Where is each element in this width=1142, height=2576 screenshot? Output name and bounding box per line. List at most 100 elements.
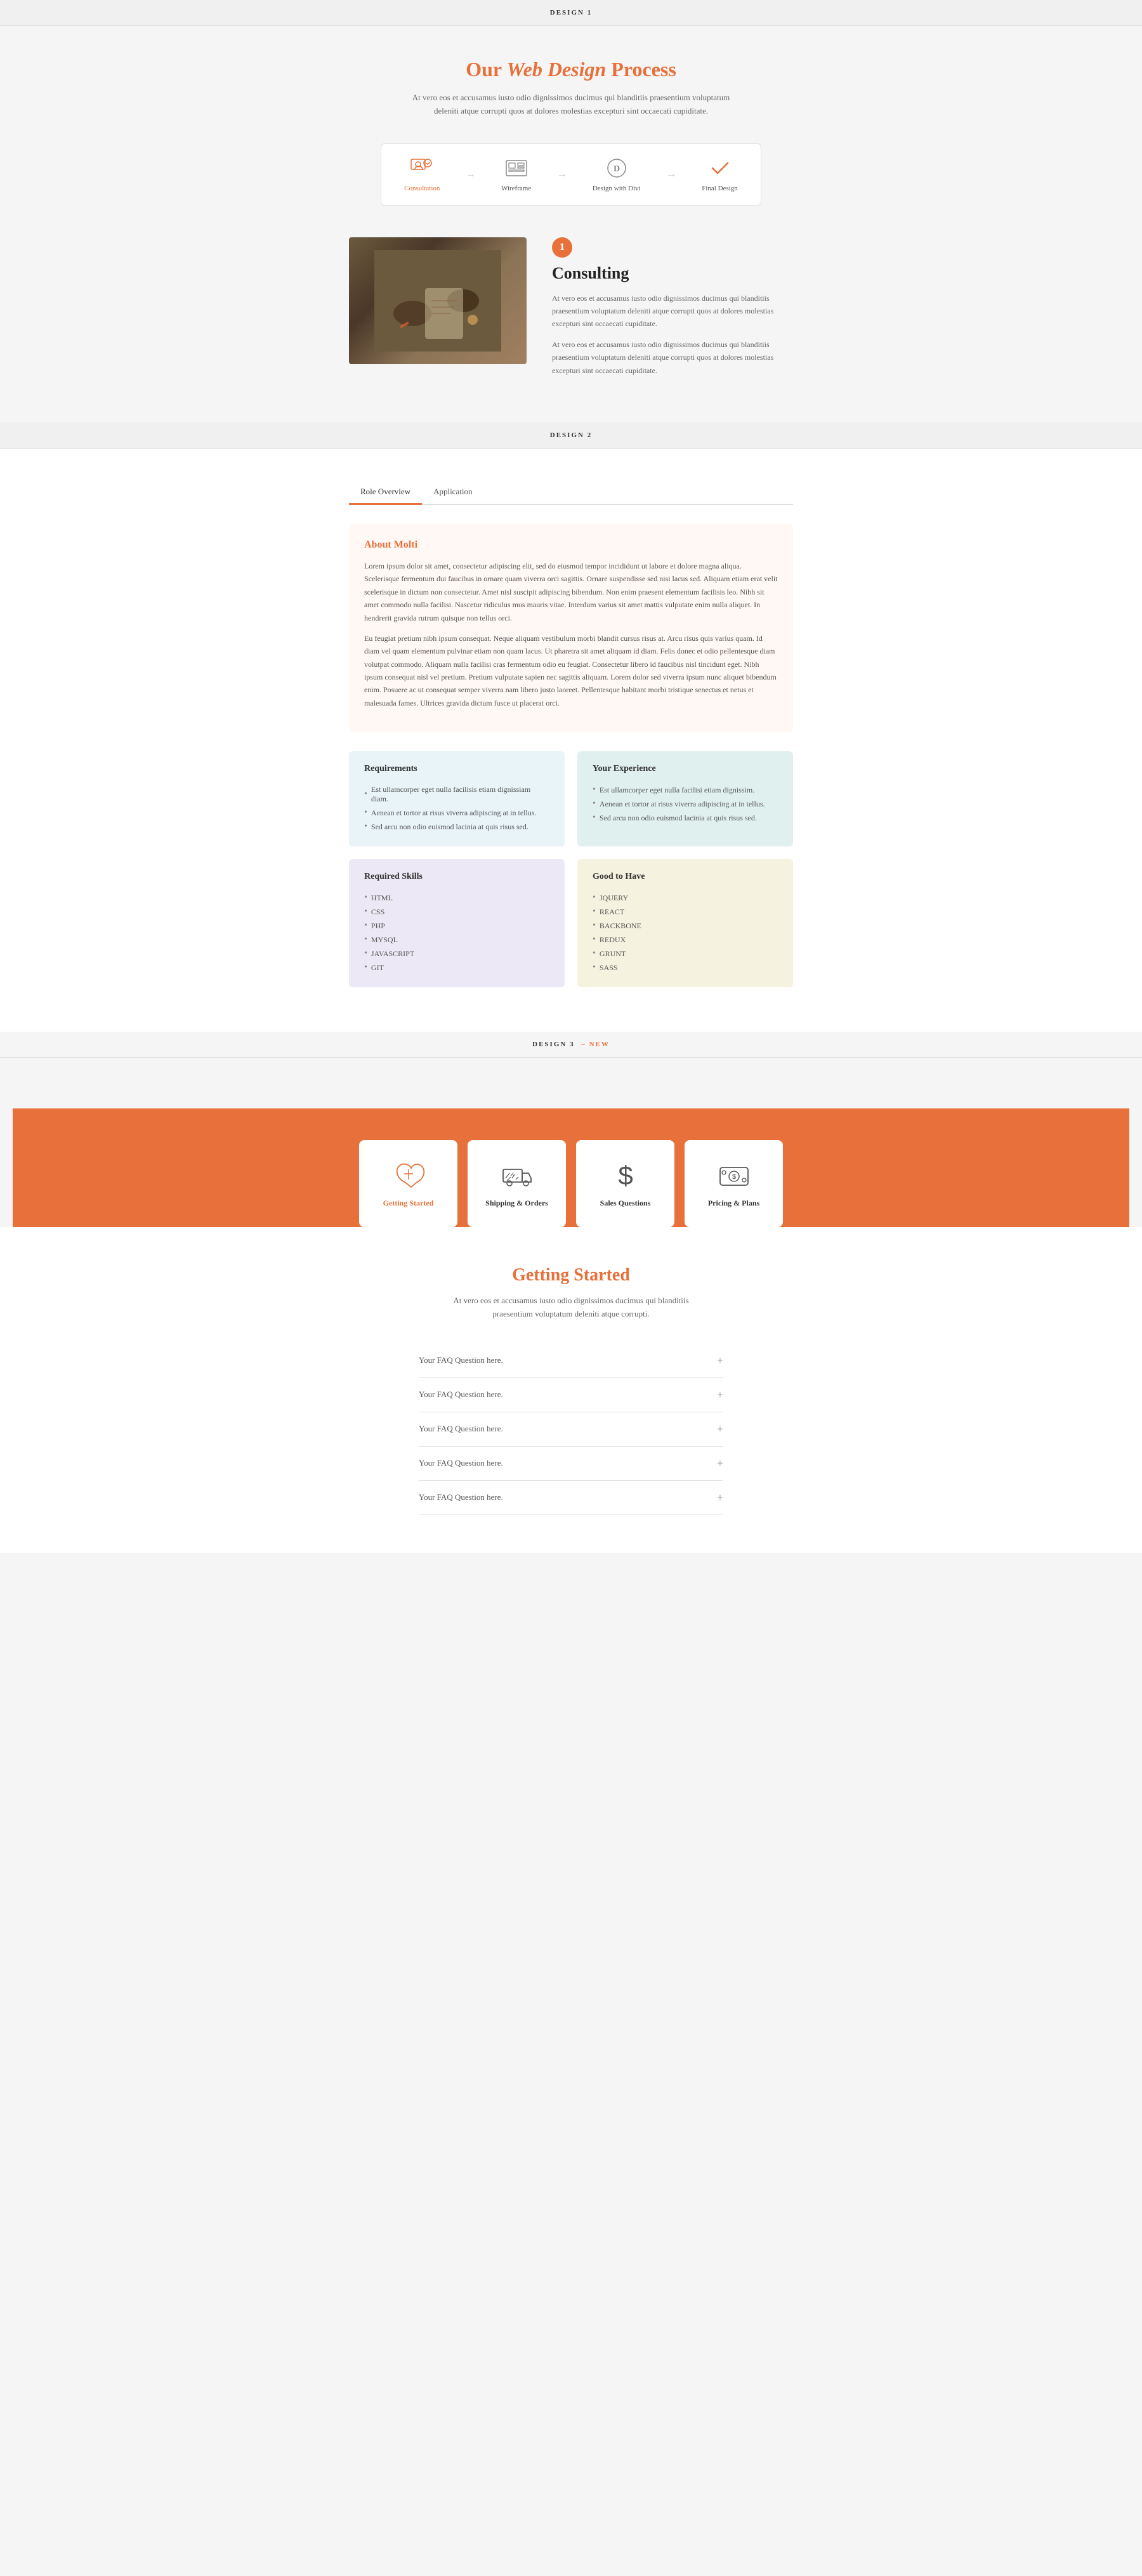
faq-subtitle: At vero eos et accusamus iusto odio dign…: [450, 1294, 692, 1321]
svg-text:$: $: [618, 1160, 633, 1190]
arrow3: →: [666, 169, 676, 180]
consulting-para1: At vero eos et accusamus iusto odio dign…: [552, 292, 793, 331]
consulting-image-inner: [349, 237, 527, 364]
orange-banner: Getting Started Shipping & Orders: [13, 1108, 1129, 1227]
divi-icon: D: [604, 157, 629, 180]
skills-grid: Requirements Est ullamcorper eget nulla …: [349, 751, 793, 987]
faq-plus-4: +: [717, 1457, 723, 1470]
wireframe-icon: [504, 157, 529, 180]
skill-css: CSS: [364, 905, 549, 919]
design1-subtitle: At vero eos et accusamus iusto odio dign…: [406, 91, 736, 118]
svg-text:$: $: [732, 1173, 735, 1181]
req-item-3: Sed arcu non odio euismod lacinia at qui…: [364, 820, 549, 834]
sales-label: Sales Questions: [600, 1199, 651, 1208]
faq-title: Getting Started: [13, 1265, 1129, 1285]
good-to-have-card: Good to Have JQUERY REACT BACKBONE REDUX…: [577, 859, 793, 987]
svg-text:D: D: [614, 164, 620, 174]
requirements-list: Est ullamcorper eget nulla facilisis eti…: [364, 783, 549, 834]
good-to-have-title: Good to Have: [593, 872, 778, 882]
faq-question-4: Your FAQ Question here.: [419, 1458, 503, 1468]
required-skills-card: Required Skills HTML CSS PHP MYSQL JAVAS…: [349, 859, 565, 987]
tabs-bar: Role Overview Application: [349, 480, 793, 505]
consulting-content: 1 Consulting At vero eos et accusamus iu…: [552, 237, 793, 384]
faq-question-3: Your FAQ Question here.: [419, 1424, 503, 1434]
experience-card: Your Experience Est ullamcorper eget nul…: [577, 751, 793, 846]
design3-label: DESIGN 3 – NEW: [0, 1032, 1142, 1058]
req-item-1: Est ullamcorper eget nulla facilisis eti…: [364, 783, 549, 806]
getting-started-icon: [391, 1159, 426, 1191]
good-to-have-list: JQUERY REACT BACKBONE REDUX GRUNT SASS: [593, 891, 778, 975]
experience-list: Est ullamcorper eget nulla facilisi etia…: [593, 783, 778, 825]
faq-item-4[interactable]: Your FAQ Question here. +: [419, 1447, 723, 1481]
consultation-label: Consultation: [404, 185, 440, 192]
faq-item-3[interactable]: Your FAQ Question here. +: [419, 1412, 723, 1447]
gth-react: REACT: [593, 905, 778, 919]
design2-label: DESIGN 2: [0, 423, 1142, 449]
faq-plus-3: +: [717, 1423, 723, 1436]
gth-backbone: BACKBONE: [593, 919, 778, 933]
getting-started-label: Getting Started: [383, 1199, 434, 1208]
about-para1: Lorem ipsum dolor sit amet, consectetur …: [364, 560, 778, 624]
sales-icon: $: [608, 1159, 643, 1191]
faq-section: Getting Started At vero eos et accusamus…: [0, 1227, 1142, 1553]
faq-question-5: Your FAQ Question here.: [419, 1492, 503, 1502]
requirements-card: Requirements Est ullamcorper eget nulla …: [349, 751, 565, 846]
skill-html: HTML: [364, 891, 549, 905]
pricing-icon: $: [716, 1159, 752, 1191]
about-card: About Molti Lorem ipsum dolor sit amet, …: [349, 524, 793, 732]
exp-item-1: Est ullamcorper eget nulla facilisi etia…: [593, 783, 778, 797]
process-step-final-design[interactable]: Final Design: [702, 157, 738, 192]
req-item-2: Aenean et tortor at risus viverra adipis…: [364, 806, 549, 820]
faq-question-1: Your FAQ Question here.: [419, 1355, 503, 1365]
arrow2: →: [557, 169, 567, 180]
faq-item-1[interactable]: Your FAQ Question here. +: [419, 1344, 723, 1378]
design3-section: Getting Started Shipping & Orders: [0, 1058, 1142, 1227]
step-badge: 1: [552, 237, 572, 258]
tab-role-overview[interactable]: Role Overview: [349, 480, 422, 505]
consulting-title: Consulting: [552, 264, 793, 283]
gth-redux: REDUX: [593, 933, 778, 947]
faq-plus-5: +: [717, 1491, 723, 1504]
faq-plus-2: +: [717, 1388, 723, 1402]
gth-grunt: GRUNT: [593, 947, 778, 961]
faq-plus-1: +: [717, 1354, 723, 1367]
arrow1: →: [466, 169, 476, 180]
gth-jquery: JQUERY: [593, 891, 778, 905]
faq-question-2: Your FAQ Question here.: [419, 1390, 503, 1400]
process-step-design-divi[interactable]: D Design with Divi: [593, 157, 641, 192]
exp-item-2: Aenean et tortor at risus viverra adipis…: [593, 797, 778, 811]
consulting-para2: At vero eos et accusamus iusto odio dign…: [552, 338, 793, 377]
process-step-consultation[interactable]: Consultation: [404, 157, 440, 192]
support-card-pricing[interactable]: $ Pricing & Plans: [685, 1140, 783, 1227]
support-card-sales[interactable]: $ Sales Questions: [576, 1140, 674, 1227]
support-card-getting-started[interactable]: Getting Started: [359, 1140, 457, 1227]
faq-item-5[interactable]: Your FAQ Question here. +: [419, 1481, 723, 1515]
skill-git: GIT: [364, 961, 549, 975]
design2-section: Role Overview Application About Molti Lo…: [0, 449, 1142, 1032]
experience-title: Your Experience: [593, 764, 778, 774]
design1-section: Our Web Design Process At vero eos et ac…: [0, 26, 1142, 423]
consulting-block: 1 Consulting At vero eos et accusamus iu…: [349, 237, 793, 384]
process-step-wireframe[interactable]: Wireframe: [501, 157, 531, 192]
design1-heading: Our Web Design Process: [13, 58, 1129, 81]
faq-list: Your FAQ Question here. + Your FAQ Quest…: [419, 1344, 723, 1515]
tab-application[interactable]: Application: [422, 480, 483, 505]
skill-php: PHP: [364, 919, 549, 933]
about-title: About Molti: [364, 539, 778, 551]
gth-sass: SASS: [593, 961, 778, 975]
wireframe-label: Wireframe: [501, 185, 531, 192]
shipping-icon: [499, 1159, 535, 1191]
skill-mysql: MYSQL: [364, 933, 549, 947]
consultation-icon: [409, 157, 435, 180]
faq-item-2[interactable]: Your FAQ Question here. +: [419, 1378, 723, 1412]
required-skills-title: Required Skills: [364, 872, 549, 882]
support-card-shipping[interactable]: Shipping & Orders: [468, 1140, 566, 1227]
consulting-image: [349, 237, 527, 364]
required-skills-list: HTML CSS PHP MYSQL JAVASCRIPT GIT: [364, 891, 549, 975]
final-design-icon: [707, 157, 733, 180]
final-design-label: Final Design: [702, 185, 738, 192]
exp-item-3: Sed arcu non odio euismod lacinia at qui…: [593, 811, 778, 825]
design1-label: DESIGN 1: [0, 0, 1142, 26]
about-para2: Eu feugiat pretium nibh ipsum consequat.…: [364, 632, 778, 709]
support-cards: Getting Started Shipping & Orders: [25, 1140, 1117, 1227]
